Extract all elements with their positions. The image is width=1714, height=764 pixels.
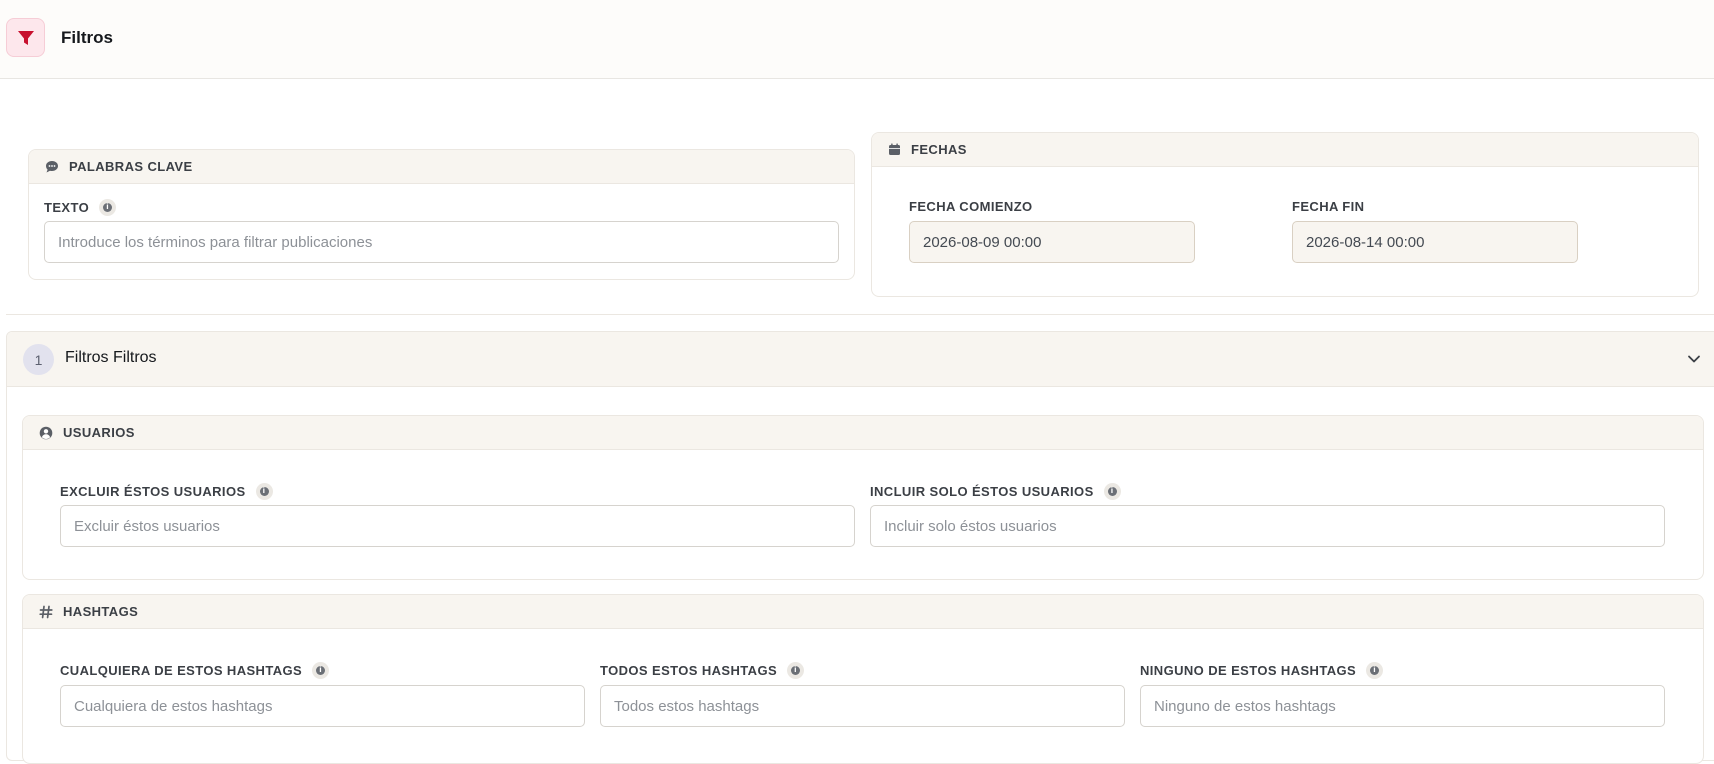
any-hashtags-field-label: CUALQUIERA DE ESTOS HASHTAGS i	[60, 662, 330, 679]
all-hashtags-input[interactable]	[600, 685, 1125, 727]
dates-card-header: FECHAS	[872, 133, 1698, 167]
start-date-label: FECHA COMIENZO	[909, 199, 1033, 214]
users-card-header: USUARIOS	[23, 416, 1703, 450]
calendar-icon	[889, 143, 900, 155]
none-hashtags-label: NINGUNO DE ESTOS HASHTAGS	[1140, 663, 1357, 678]
users-card: USUARIOS	[22, 415, 1704, 580]
filter-icon	[17, 30, 34, 45]
exclude-users-input[interactable]	[60, 505, 855, 547]
exclude-users-field-label: EXCLUIR ÉSTOS USUARIOS i	[60, 483, 273, 500]
step-number-badge: 1	[23, 344, 54, 375]
info-icon[interactable]: i	[312, 662, 330, 679]
page-title: Filtros	[61, 28, 113, 47]
accordion-title: Filtros Filtros	[65, 349, 157, 366]
chevron-down-icon[interactable]	[1687, 352, 1701, 366]
include-users-field-label: INCLUIR SOLO ÉSTOS USUARIOS i	[870, 483, 1121, 500]
all-hashtags-field-label: TODOS ESTOS HASHTAGS i	[600, 662, 805, 679]
text-field-label: TEXTO i	[44, 199, 117, 216]
info-icon[interactable]: i	[787, 662, 805, 679]
keywords-card-header: PALABRAS CLAVE	[29, 150, 854, 184]
info-icon[interactable]: i	[99, 199, 117, 216]
keywords-heading: PALABRAS CLAVE	[69, 159, 193, 174]
start-date-input[interactable]	[909, 221, 1195, 263]
dates-card: FECHAS	[871, 132, 1699, 297]
hash-icon	[39, 605, 53, 618]
info-icon[interactable]: i	[1103, 483, 1121, 500]
none-hashtags-input[interactable]	[1140, 685, 1665, 727]
text-search-input[interactable]	[44, 221, 839, 263]
users-heading: USUARIOS	[63, 425, 135, 440]
dates-heading: FECHAS	[911, 142, 967, 157]
section-divider	[6, 314, 1714, 315]
none-hashtags-field-label: NINGUNO DE ESTOS HASHTAGS i	[1140, 662, 1384, 679]
top-bar: Filtros	[0, 0, 1714, 79]
info-icon[interactable]: i	[255, 483, 273, 500]
user-circle-icon	[39, 426, 53, 439]
accordion-header[interactable]: 1 Filtros Filtros	[7, 332, 1714, 387]
any-hashtags-input[interactable]	[60, 685, 585, 727]
end-date-label: FECHA FIN	[1292, 199, 1365, 214]
hashtags-card: HASHTAGS	[22, 594, 1704, 764]
info-icon[interactable]: i	[1366, 662, 1384, 679]
text-label: TEXTO	[44, 200, 90, 215]
include-users-label: INCLUIR SOLO ÉSTOS USUARIOS	[870, 484, 1094, 499]
hashtags-heading: HASHTAGS	[63, 604, 139, 619]
chat-bubble-icon	[46, 160, 58, 172]
end-date-input[interactable]	[1292, 221, 1578, 263]
filter-logo	[6, 18, 45, 57]
all-hashtags-label: TODOS ESTOS HASHTAGS	[600, 663, 778, 678]
exclude-users-label: EXCLUIR ÉSTOS USUARIOS	[60, 484, 246, 499]
any-hashtags-label: CUALQUIERA DE ESTOS HASHTAGS	[60, 663, 303, 678]
include-users-input[interactable]	[870, 505, 1665, 547]
hashtags-card-header: HASHTAGS	[23, 595, 1703, 629]
